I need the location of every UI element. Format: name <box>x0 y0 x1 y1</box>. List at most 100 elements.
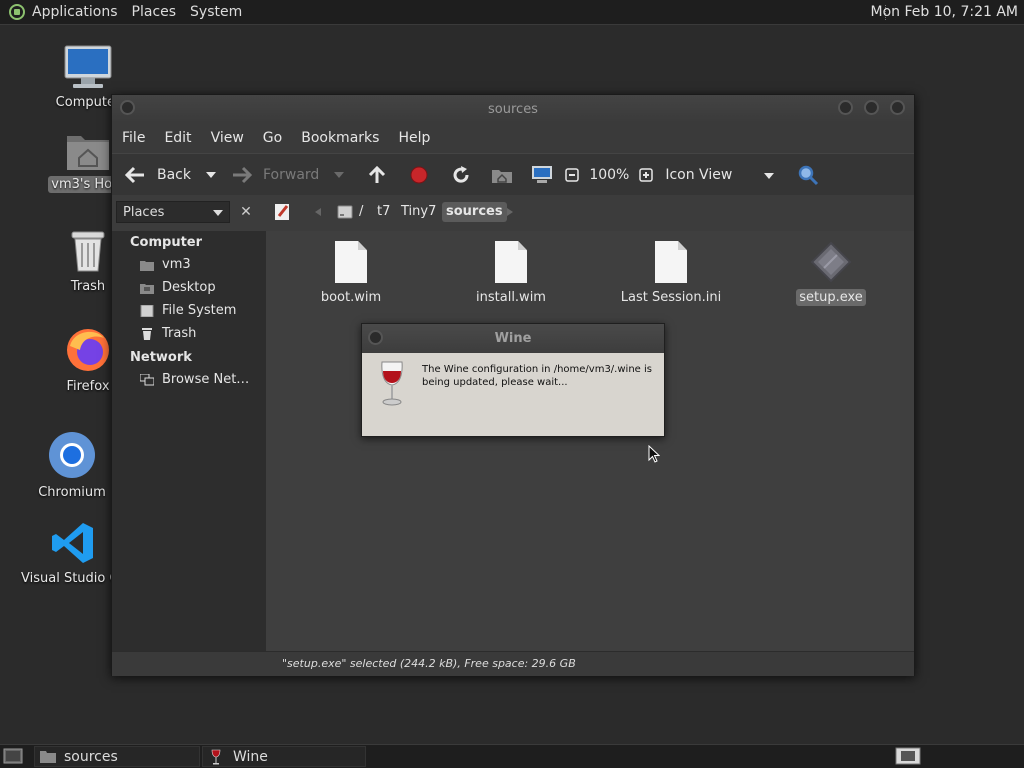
menubar: File Edit View Go Bookmarks Help <box>112 123 914 153</box>
file-name: boot.wim <box>320 290 382 305</box>
home-folder-icon <box>67 136 109 170</box>
forward-button[interactable]: Forward <box>231 166 319 184</box>
places-sidebar: Computer vm3 Desktop File System Trash N… <box>112 231 266 651</box>
back-history-chevron-icon[interactable] <box>205 171 217 179</box>
show-desktop-icon[interactable] <box>3 748 23 764</box>
places-menu[interactable]: Places <box>132 4 177 20</box>
bookmarks-menu[interactable]: Bookmarks <box>301 130 379 146</box>
top-panel: Applications Places System Mon Feb 10, 7… <box>0 0 1024 25</box>
sidebar-item-browse-network[interactable]: Browse Net… <box>140 372 249 387</box>
file-item-last-session-ini[interactable]: Last Session.ini <box>616 241 726 306</box>
view-menu[interactable]: View <box>211 130 244 146</box>
clock[interactable]: Mon Feb 10, 7:21 AM <box>871 4 1018 20</box>
back-label: Back <box>157 167 191 183</box>
mouse-cursor-icon <box>648 445 660 463</box>
file-item-install-wim[interactable]: install.wim <box>456 241 566 306</box>
home-icon[interactable] <box>491 166 513 184</box>
task-label: sources <box>64 748 118 765</box>
sidebar-item-label: Browse Net… <box>162 372 250 387</box>
executable-icon <box>810 241 852 283</box>
go-menu[interactable]: Go <box>263 130 282 146</box>
maximize-button[interactable] <box>864 100 879 115</box>
forward-label: Forward <box>263 167 320 183</box>
dialog-title: Wine <box>494 331 532 346</box>
drive-icon[interactable] <box>337 205 353 219</box>
sidebar-item-label: Desktop <box>162 280 216 295</box>
minimize-button[interactable] <box>838 100 853 115</box>
chevron-down-icon <box>213 210 223 216</box>
wine-dialog: Wine The Wine configuration in /home/vm3… <box>361 323 665 437</box>
desktop-icon-label: Firefox <box>66 379 110 394</box>
desktop-folder-icon <box>140 283 154 294</box>
close-button[interactable] <box>890 100 905 115</box>
dialog-titlebar[interactable]: Wine <box>362 324 664 353</box>
chromium-icon <box>49 432 95 478</box>
file-item-setup-exe[interactable]: setup.exe <box>776 241 886 306</box>
file-menu[interactable]: File <box>122 130 145 146</box>
back-button[interactable]: Back <box>124 166 191 184</box>
applications-menu[interactable]: Applications <box>32 4 118 20</box>
computer-icon[interactable] <box>531 165 553 185</box>
dialog-message: The Wine configuration in /home/vm3/.win… <box>422 364 652 388</box>
folder-icon <box>40 751 56 763</box>
file-item-boot-wim[interactable]: boot.wim <box>296 241 406 306</box>
search-icon[interactable] <box>797 164 819 186</box>
stop-icon[interactable] <box>409 165 429 185</box>
taskbar-item-sources[interactable]: sources <box>34 746 200 767</box>
breadcrumb-tiny7[interactable]: Tiny7 <box>398 202 439 222</box>
view-mode-select[interactable]: Icon View <box>665 167 775 183</box>
wine-glass-icon <box>211 749 221 764</box>
file-name: Last Session.ini <box>620 290 722 305</box>
zoom-level: 100% <box>589 167 630 183</box>
firefox-icon <box>67 329 109 371</box>
network-icon <box>140 373 154 385</box>
statusbar: "setup.exe" selected (244.2 kB), Free sp… <box>112 651 914 676</box>
breadcrumb-t7[interactable]: t7 <box>374 202 393 222</box>
places-combo[interactable]: Places <box>116 201 230 223</box>
system-menu[interactable]: System <box>190 4 242 20</box>
desktop-icon-chromium[interactable]: Chromium <box>26 430 118 501</box>
view-mode-value: Icon View <box>665 167 733 183</box>
sidebar-item-desktop[interactable]: Desktop <box>140 280 216 295</box>
document-icon <box>655 241 687 283</box>
document-icon <box>335 241 367 283</box>
scroll-left-icon[interactable] <box>314 207 322 217</box>
zoom-in-icon[interactable] <box>639 168 654 182</box>
sidebar-item-trash[interactable]: Trash <box>140 326 196 341</box>
bottom-panel: sources Wine <box>0 744 1024 768</box>
forward-history-chevron-icon[interactable] <box>333 171 345 179</box>
window-title: sources <box>488 102 538 117</box>
sidebar-heading-network: Network <box>130 350 192 365</box>
file-name: setup.exe <box>796 289 866 306</box>
location-bar: Places ✕ / t7 Tiny7 sources <box>112 195 914 231</box>
edit-location-icon[interactable] <box>274 203 292 221</box>
taskbar-item-wine[interactable]: Wine <box>202 746 366 767</box>
file-view[interactable]: boot.wim install.wim Last Session.ini se… <box>266 231 914 651</box>
reload-icon[interactable] <box>451 165 471 185</box>
zoom-out-icon[interactable] <box>565 168 580 182</box>
menu-logo-icon[interactable] <box>9 4 25 20</box>
sidebar-heading-computer: Computer <box>130 235 203 250</box>
status-text: "setup.exe" selected (244.2 kB), Free sp… <box>282 657 576 670</box>
trash-icon <box>71 231 105 272</box>
sidebar-item-vm3[interactable]: vm3 <box>140 257 191 272</box>
help-menu[interactable]: Help <box>398 130 430 146</box>
sidebar-item-label: Trash <box>162 326 197 341</box>
task-label: Wine <box>233 748 268 765</box>
sidebar-item-file-system[interactable]: File System <box>140 303 236 318</box>
workspace-switcher-icon[interactable] <box>895 747 921 765</box>
document-icon <box>495 241 527 283</box>
computer-icon <box>64 45 112 88</box>
breadcrumb-sources[interactable]: sources <box>442 202 507 222</box>
wine-glass-icon <box>381 361 403 406</box>
scroll-right-icon[interactable] <box>506 207 514 217</box>
sidebar-item-label: vm3 <box>162 257 191 272</box>
close-sidebar-icon[interactable]: ✕ <box>236 201 256 223</box>
trash-icon <box>142 327 152 340</box>
chevron-down-icon <box>764 173 775 179</box>
window-titlebar[interactable]: sources <box>112 95 914 123</box>
up-arrow-icon[interactable] <box>367 165 387 185</box>
arrow-left-icon <box>124 166 144 184</box>
edit-menu[interactable]: Edit <box>164 130 191 146</box>
breadcrumb-root[interactable]: / <box>356 202 366 222</box>
